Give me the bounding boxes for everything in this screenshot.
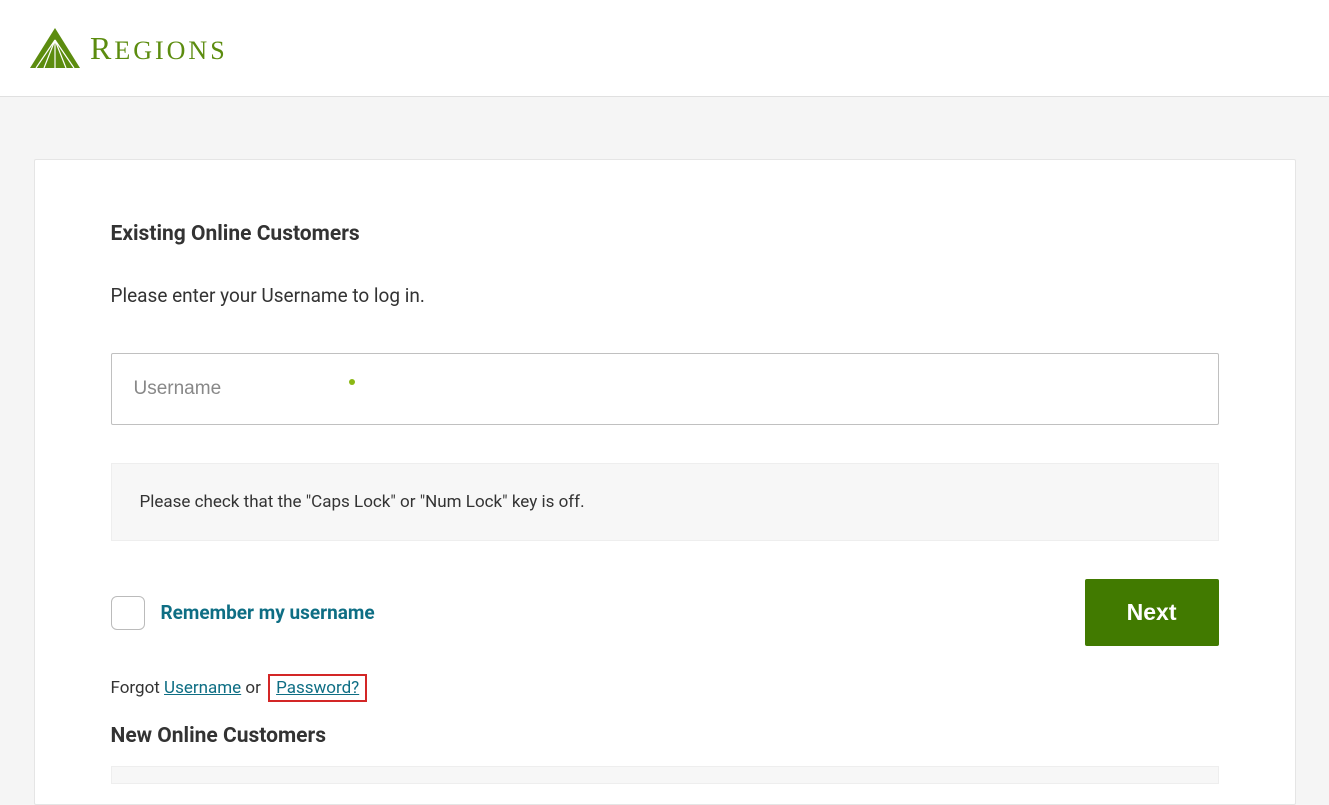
- required-indicator-icon: [349, 379, 355, 385]
- regions-triangle-icon: [30, 28, 80, 68]
- forgot-username-link[interactable]: Username: [164, 678, 241, 698]
- existing-customers-title: Existing Online Customers: [111, 222, 1219, 246]
- login-instruction: Please enter your Username to log in.: [111, 284, 1219, 307]
- brand-name: REGIONS: [90, 30, 228, 67]
- login-card: Existing Online Customers Please enter y…: [34, 159, 1296, 805]
- forgot-row: Forgot Username or Password?: [111, 674, 1219, 702]
- forgot-separator: or: [241, 678, 265, 698]
- remember-checkbox[interactable]: [111, 596, 145, 630]
- remember-label[interactable]: Remember my username: [161, 601, 375, 624]
- page-body: Existing Online Customers Please enter y…: [0, 97, 1329, 805]
- username-field-wrapper: [111, 353, 1219, 425]
- new-customers-box: [111, 766, 1219, 784]
- remember-group: Remember my username: [111, 596, 375, 630]
- forgot-password-highlight: Password?: [268, 674, 367, 702]
- caps-lock-notice: Please check that the "Caps Lock" or "Nu…: [111, 463, 1219, 541]
- page-header: REGIONS: [0, 0, 1329, 97]
- forgot-prefix: Forgot: [111, 678, 165, 698]
- username-input[interactable]: [111, 353, 1219, 425]
- next-button[interactable]: Next: [1085, 579, 1219, 646]
- brand-logo[interactable]: REGIONS: [30, 28, 1299, 68]
- remember-next-row: Remember my username Next: [111, 579, 1219, 646]
- new-customers-title: New Online Customers: [111, 724, 1219, 748]
- forgot-password-link[interactable]: Password?: [276, 678, 359, 698]
